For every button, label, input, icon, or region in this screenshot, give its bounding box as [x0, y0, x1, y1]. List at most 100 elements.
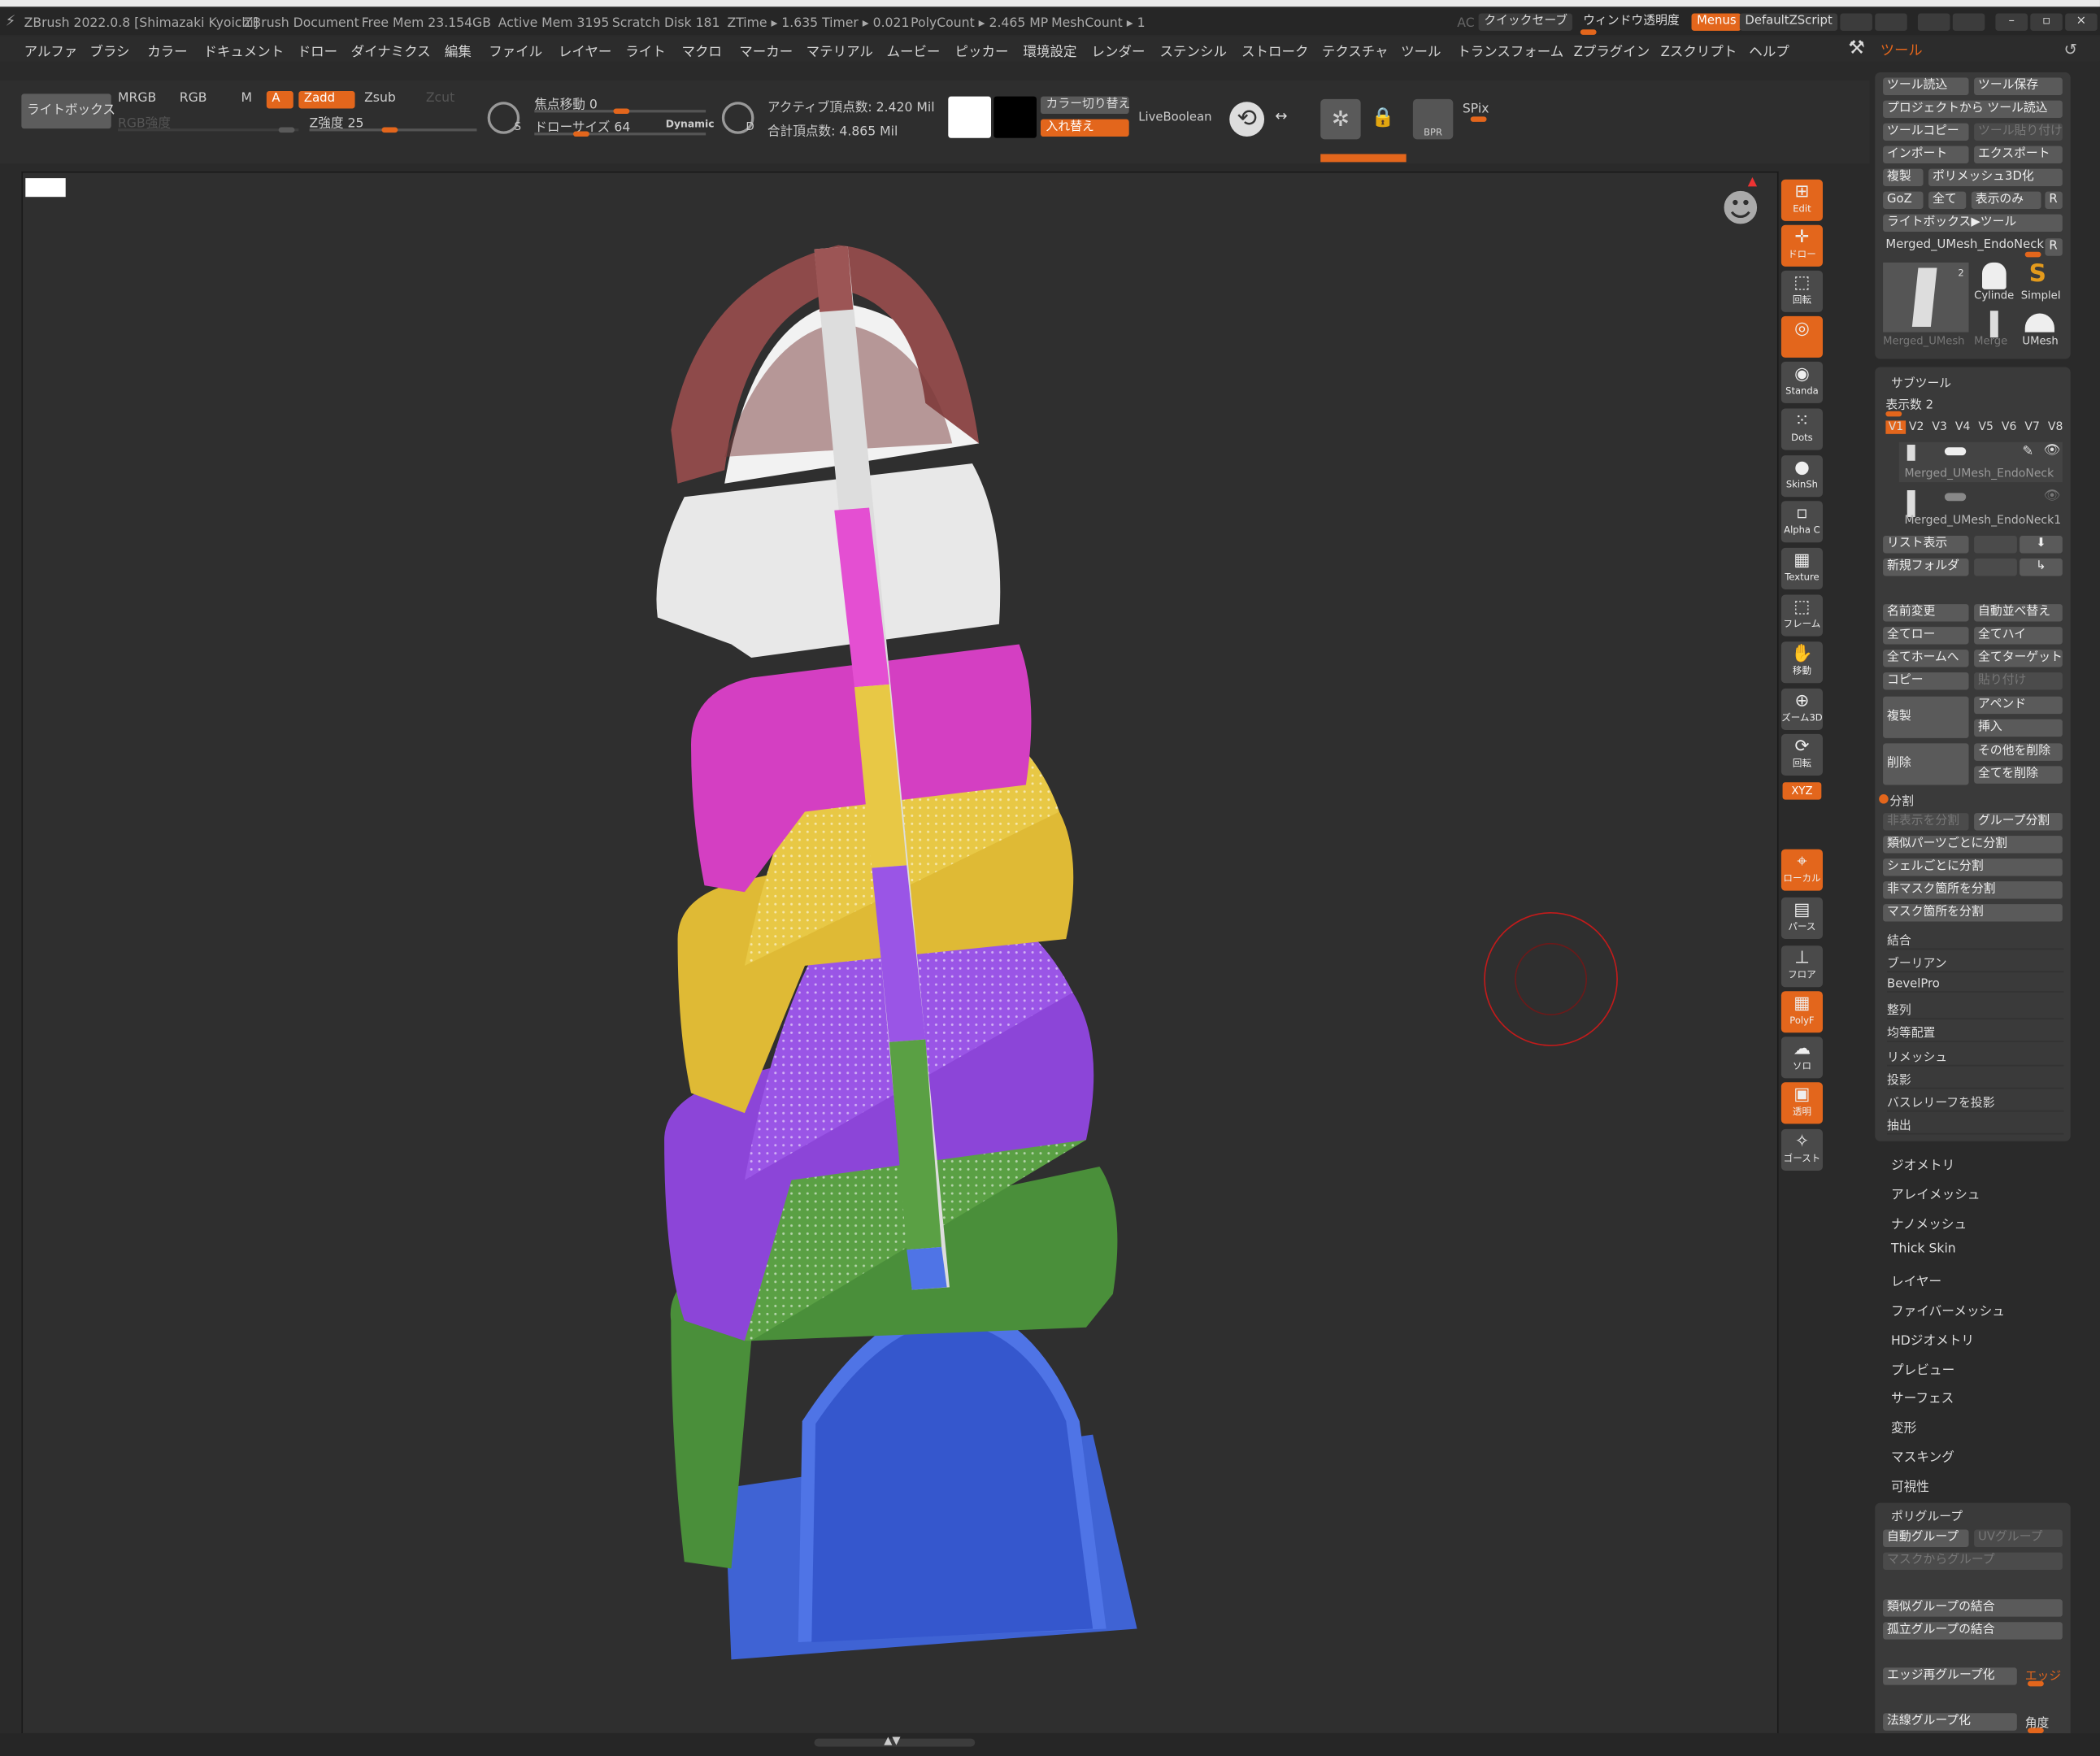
rgb-button[interactable]: RGB [180, 91, 207, 106]
delete-other-button[interactable]: その他を削除 [1974, 743, 2063, 761]
refresh-icon[interactable]: ↺ [2063, 40, 2077, 59]
zsub-button[interactable]: Zsub [364, 91, 396, 106]
version-tab-2[interactable]: V3 [1932, 420, 1947, 433]
shelf-button-10[interactable]: ✋ 移動 [1780, 641, 1823, 684]
subtool-section-1[interactable]: ブーリアン [1887, 954, 2064, 973]
menu-item-1[interactable]: ブラシ [89, 40, 129, 60]
main-thumb-label[interactable]: Merged_UMesh [1883, 335, 1964, 347]
layout2-icon[interactable] [1952, 13, 1985, 31]
menu-item-17[interactable]: ステンシル [1160, 40, 1227, 60]
subtool-section-5[interactable]: リメッシュ [1887, 1047, 2064, 1066]
shelf-button-7[interactable]: ▫ Alpha C [1780, 501, 1823, 543]
current-tool-name[interactable]: Merged_UMesh_EndoNeck [1885, 238, 2044, 251]
menu-item-7[interactable]: ファイル [489, 40, 542, 60]
x-pose-icon[interactable]: ✲ [1320, 98, 1361, 140]
symmetry-icon[interactable]: ↔ [1275, 107, 1312, 134]
cylinder-thumb-label[interactable]: Cylinde [1974, 289, 2014, 302]
draw-size-knob[interactable] [573, 131, 589, 137]
auto-group-button[interactable]: 自動グループ [1883, 1529, 1969, 1547]
edge-regroup-button[interactable]: エッジ再グループ化 [1883, 1667, 2017, 1685]
group-from-mask-button[interactable]: マスクからグループ [1883, 1552, 2063, 1570]
subtool-name-2[interactable]: Merged_UMesh_EndoNeck1 [1904, 515, 2061, 528]
menu-item-8[interactable]: レイヤー [559, 40, 611, 60]
shelf-button-5[interactable]: ⁙ Dots [1780, 408, 1823, 450]
tool-section-10[interactable]: マスキング [1891, 1446, 1954, 1465]
list-view-button[interactable]: リスト表示 [1883, 536, 1969, 554]
shelf-button-18[interactable]: ▣ 透明 [1780, 1082, 1823, 1124]
version-tab-5[interactable]: V6 [2002, 420, 2017, 433]
shelf-button-3[interactable]: ◎ [1780, 315, 1823, 358]
merged-thumb-icon[interactable] [1989, 311, 1998, 338]
menu-item-4[interactable]: ドロー [298, 40, 337, 60]
menu-item-6[interactable]: 編集 [445, 40, 472, 60]
menu-item-24[interactable]: ヘルプ [1749, 40, 1789, 60]
tool-r-button[interactable]: R [2045, 238, 2063, 256]
clone-button[interactable]: 複製 [1883, 168, 1924, 187]
append-button[interactable]: アペンド [1974, 696, 2063, 715]
z-intensity-knob[interactable] [381, 127, 398, 133]
menu-item-16[interactable]: レンダー [1092, 40, 1146, 60]
menu-item-3[interactable]: ドキュメント [203, 40, 284, 60]
brush-icon[interactable]: ✎ [2022, 445, 2033, 459]
shelf-button-0[interactable]: ⊞ Edit [1780, 179, 1823, 221]
default-zscript-button[interactable]: DefaultZScript [1739, 13, 1838, 31]
menu-item-15[interactable]: 環境設定 [1024, 40, 1077, 60]
layout-next-icon[interactable] [1875, 13, 1907, 31]
subtool-section-4[interactable]: 均等配置 [1887, 1024, 2064, 1043]
zcut-button[interactable]: Zcut [426, 91, 454, 106]
subtool-section-0[interactable]: 結合 [1887, 931, 2064, 950]
subtool-row-2[interactable]: 👁 Merged_UMesh_EndoNeck1 [1898, 487, 2063, 528]
liveboolean-button[interactable]: LiveBoolean [1138, 111, 1211, 124]
window-transparency-slider[interactable]: ウィンドウ透明度 [1578, 13, 1685, 30]
swap-button[interactable]: 入れ替え [1040, 119, 1129, 137]
menu-item-20[interactable]: ツール [1401, 40, 1441, 60]
menu-item-19[interactable]: テクスチャ [1322, 40, 1389, 60]
bpr-button[interactable]: BPR [1412, 98, 1454, 140]
spotlight-icon[interactable]: ⟲ [1229, 102, 1265, 137]
merge-stray-groups-button[interactable]: 孤立グループの結合 [1883, 1622, 2063, 1640]
save-tool-button[interactable]: ツール保存 [1974, 77, 2063, 95]
gizmo-axis-icon[interactable]: ▲ [1748, 176, 1757, 189]
tool-slider-knob[interactable] [2024, 251, 2041, 258]
dynamic-toggle[interactable]: Dynamic [666, 118, 715, 130]
tool-section-4[interactable]: レイヤー [1891, 1271, 1941, 1290]
shelf-button-2[interactable]: ⬚ 回転 [1780, 270, 1823, 312]
arrow-down-icon[interactable]: ⬇ [2020, 536, 2063, 554]
lightbox-button[interactable]: ライトボックス [21, 93, 115, 129]
duplicate-button[interactable]: 複製 [1883, 696, 1969, 738]
split-unmasked-button[interactable]: 非マスク箇所を分割 [1883, 881, 2063, 899]
all-target-button[interactable]: 全てターゲット [1974, 650, 2063, 667]
rgb-intensity-track[interactable] [117, 128, 299, 132]
goz-all-button[interactable]: 全て [1928, 191, 1967, 210]
move-up-icon[interactable] [1974, 559, 2017, 576]
version-tab-4[interactable]: V5 [1978, 420, 1993, 433]
new-folder-button[interactable]: 新規フォルダ [1883, 559, 1969, 576]
subtool-section-6[interactable]: 投影 [1887, 1070, 2064, 1089]
layout-prev-icon[interactable] [1840, 13, 1872, 31]
m-button[interactable]: M [241, 91, 253, 106]
subtool-name-1[interactable]: Merged_UMesh_EndoNeck [1904, 467, 2054, 480]
goz-visible-button[interactable]: 表示のみ [1971, 191, 2041, 210]
window-transparency-knob[interactable] [1580, 29, 1597, 35]
version-tab-6[interactable]: V7 [2024, 420, 2040, 433]
menu-item-2[interactable]: カラー [147, 40, 187, 60]
shelf-button-4[interactable]: ◉ Standa [1780, 361, 1823, 403]
goz-r-button[interactable]: R [2045, 191, 2063, 210]
uv-groups-button[interactable]: UVグループ [1974, 1529, 2063, 1547]
umesh-thumb-label[interactable]: UMesh [2022, 335, 2058, 347]
right-tray-handle[interactable] [1827, 804, 1840, 965]
tool-section-9[interactable]: 変形 [1891, 1417, 1916, 1436]
simplebrush-thumb-label[interactable]: SimpleI [2021, 289, 2061, 302]
cylinder-thumb-icon[interactable] [1982, 262, 2007, 289]
split-masked-button[interactable]: マスク箇所を分割 [1883, 904, 2063, 922]
menu-item-21[interactable]: トランスフォーム [1457, 40, 1563, 60]
tool-section-5[interactable]: ファイバーメッシュ [1891, 1301, 2005, 1319]
shelf-button-19[interactable]: ✧ ゴースト [1780, 1128, 1823, 1171]
shelf-button-16[interactable]: ▦ PolyF [1780, 991, 1823, 1033]
menu-item-14[interactable]: ピッカー [955, 40, 1009, 60]
all-low-button[interactable]: 全てロー [1883, 627, 1969, 645]
version-tab-3[interactable]: V4 [1955, 420, 1971, 433]
mrgb-button[interactable]: MRGB [118, 91, 156, 106]
tool-section-2[interactable]: ナノメッシュ [1891, 1213, 1967, 1232]
all-high-button[interactable]: 全てハイ [1974, 627, 2063, 645]
